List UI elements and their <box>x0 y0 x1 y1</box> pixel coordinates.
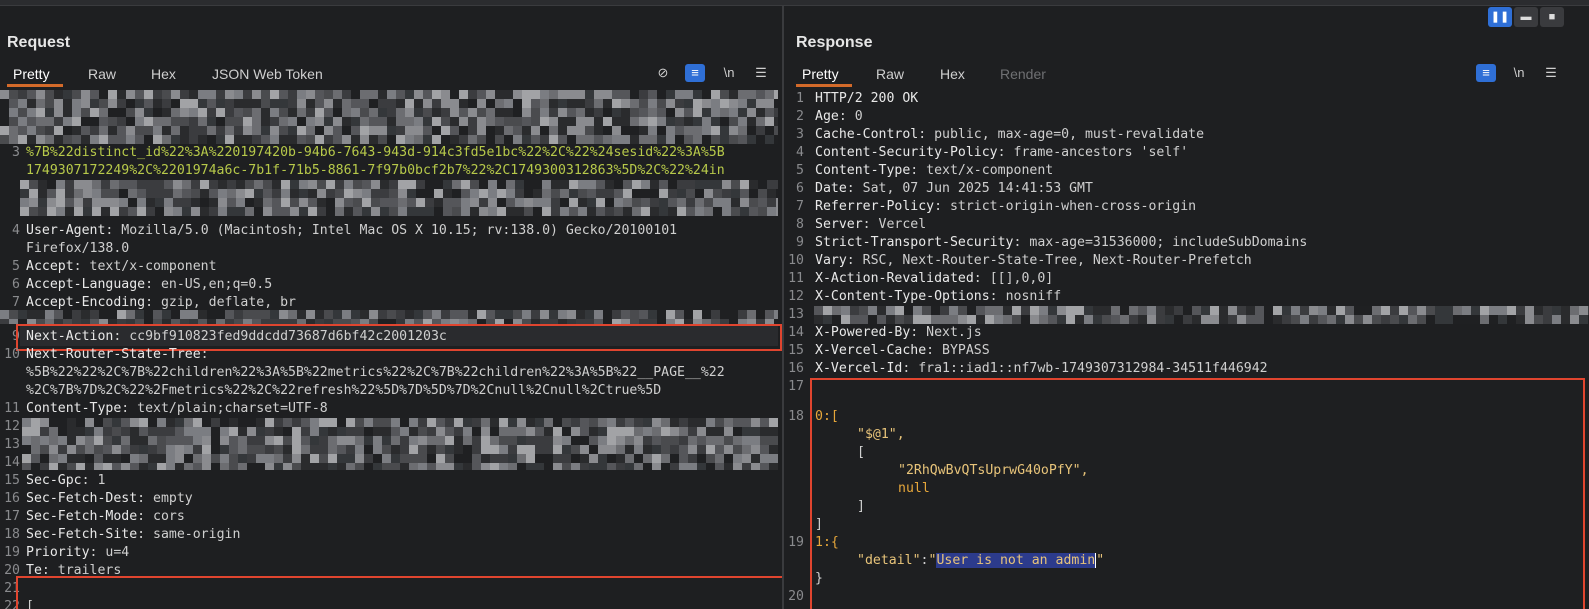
response-tabs: Pretty Raw Hex Render ≡ \n ☰ <box>784 62 1589 88</box>
request-line: %2C%7B%7D%2C%22%2Fmetrics%22%2C%22refres… <box>26 383 662 398</box>
request-line: Firefox/138.0 <box>26 241 130 256</box>
request-line: %5B%22%22%2C%7B%22children%22%3A%5B%22me… <box>26 365 725 380</box>
single-pane-icon[interactable]: ■ <box>1540 7 1564 27</box>
request-tabs: Pretty Raw Hex JSON Web Token ⊘ ≡ \n ☰ <box>0 62 782 88</box>
annotation-box-response-body <box>810 378 1585 609</box>
split-horizontal-icon[interactable]: ❚❚ <box>1488 7 1512 27</box>
request-line: 10 Next-Router-State-Tree: <box>4 347 209 362</box>
response-line: 5 Content-Type: text/x-component <box>796 163 1054 178</box>
tab-hex[interactable]: Hex <box>940 66 965 82</box>
tab-pretty[interactable]: Pretty <box>802 66 839 82</box>
redacted-block <box>0 310 778 324</box>
newline-toggle[interactable]: \n <box>1509 64 1529 82</box>
response-line: 7 Referrer-Policy: strict-origin-when-cro… <box>796 199 1197 214</box>
response-line: 2 Age: 0 <box>796 109 863 124</box>
redacted-block <box>814 306 1589 324</box>
menu-icon[interactable]: ☰ <box>751 64 771 82</box>
tab-raw[interactable]: Raw <box>876 66 904 82</box>
tab-hex[interactable]: Hex <box>151 66 176 82</box>
newline-toggle[interactable]: \n <box>719 64 739 82</box>
response-line: 16 X-Vercel-Id: fra1::iad1::nf7wb-1749307… <box>788 361 1268 376</box>
redacted-block <box>22 418 778 470</box>
tab-raw[interactable]: Raw <box>88 66 116 82</box>
wrap-lines-icon[interactable]: ≡ <box>685 64 705 82</box>
response-line: 3 Cache-Control: public, max-age=0, must-… <box>796 127 1205 142</box>
redacted-block <box>20 180 778 216</box>
request-line: 16 Sec-Fetch-Dest: empty <box>4 491 193 506</box>
request-line: 11 Content-Type: text/plain;charset=UTF-8 <box>4 401 328 416</box>
response-line: 4 Content-Security-Policy: frame-ancestor… <box>796 145 1189 160</box>
response-line: 8 Server: Vercel <box>796 217 927 232</box>
menu-icon[interactable]: ☰ <box>1541 64 1561 82</box>
request-title: Request <box>7 34 71 51</box>
request-line: 6 Accept-Language: en-US,en;q=0.5 <box>12 277 273 292</box>
tab-render[interactable]: Render <box>1000 66 1046 82</box>
redacted-block <box>0 90 778 144</box>
request-line: 19 Priority: u=4 <box>4 545 130 560</box>
request-pane: Request Pretty Raw Hex JSON Web Token ⊘ … <box>0 6 782 609</box>
request-line: 3 %7B%22distinct_id%22%3A%220197420b-94b6… <box>12 145 725 160</box>
request-line: 15 Sec-Gpc: 1 <box>4 473 106 488</box>
tab-json-web-token[interactable]: JSON Web Token <box>212 66 323 82</box>
response-line: 11 X-Action-Revalidated: [[],0,0] <box>788 271 1054 286</box>
tab-pretty[interactable]: Pretty <box>13 66 50 82</box>
response-pane: Response Pretty Raw Hex Render ≡ \n ☰ 1H… <box>784 6 1589 609</box>
wrap-lines-icon[interactable]: ≡ <box>1476 64 1496 82</box>
request-line: 4 User-Agent: Mozilla/5.0 (Macintosh; Int… <box>12 223 678 238</box>
response-line: 10 Vary: RSC, Next-Router-State-Tree, Nex… <box>788 253 1252 268</box>
request-editor[interactable]: 3 %7B%22distinct_id%22%3A%220197420b-94b6… <box>0 90 782 609</box>
response-line: 12 X-Content-Type-Options: nosniff <box>788 289 1062 304</box>
request-line: 18 Sec-Fetch-Site: same-origin <box>4 527 241 542</box>
annotation-box-request-body <box>16 576 782 609</box>
eye-off-icon[interactable]: ⊘ <box>653 64 673 82</box>
response-title: Response <box>796 34 873 51</box>
response-line: 15 X-Vercel-Cache: BYPASS <box>788 343 990 358</box>
response-editor[interactable]: 1 HTTP/2 200 OK 2 Age: 0 3 Cache-Control: pub… <box>784 90 1589 609</box>
request-line: 1749307172249%2C%2201974a6c-7b1f-71b5-88… <box>26 163 725 178</box>
response-line: 9 Strict-Transport-Security: max-age=3153… <box>796 235 1308 250</box>
request-line: 5 Accept: text/x-component <box>12 259 217 274</box>
response-line: 14 X-Powered-By: Next.js <box>788 325 982 340</box>
request-line: 17 Sec-Fetch-Mode: cors <box>4 509 185 524</box>
response-line: 6 Date: Sat, 07 Jun 2025 14:41:53 GMT <box>796 181 1093 196</box>
active-tab-underline <box>796 84 852 87</box>
split-vertical-icon[interactable]: ▬ <box>1514 7 1538 27</box>
active-tab-underline <box>7 84 63 87</box>
response-line: 1 HTTP/2 200 OK <box>796 91 919 106</box>
layout-view-buttons: ❚❚ ▬ ■ <box>1488 7 1564 27</box>
